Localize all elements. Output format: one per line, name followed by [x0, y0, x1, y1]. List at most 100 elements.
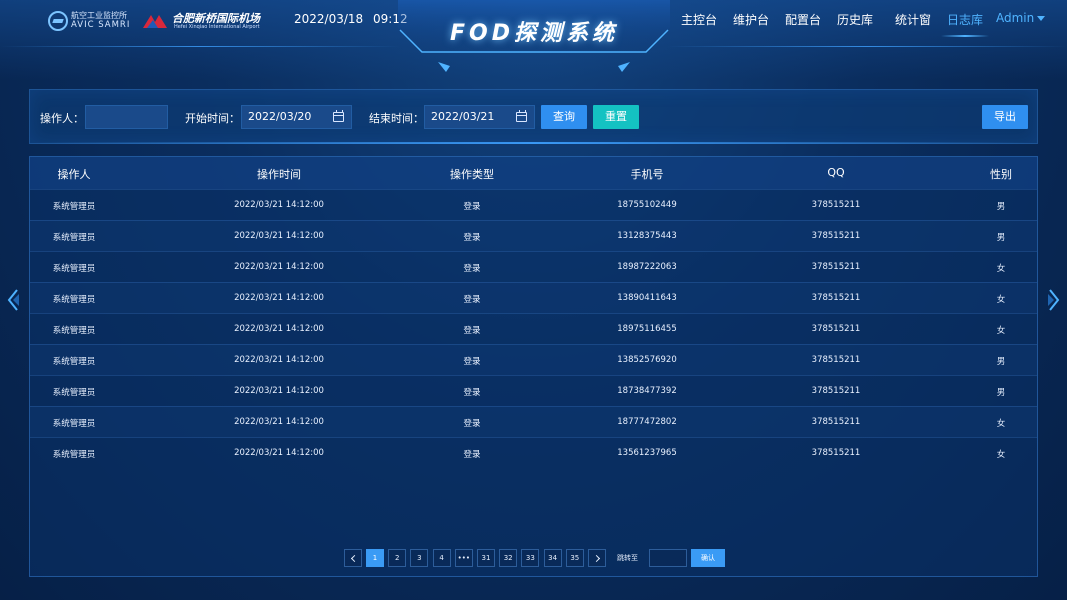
page-title: FOD探测系统 — [450, 21, 618, 46]
table-row[interactable]: 系统管理员 2022/03/21 14:12:00 登录 18755102449 378… — [30, 189, 1037, 220]
avic-logo-icon — [48, 11, 68, 31]
cell-type: 登录 — [463, 264, 481, 274]
cell-qq: 378515211 — [811, 262, 861, 272]
table-row[interactable]: 系统管理员 2022/03/21 14:12:00 登录 13561237965 378… — [30, 437, 1037, 468]
nav-main-console[interactable]: 主控台 — [681, 11, 717, 31]
table-row[interactable]: 系统管理员 2022/03/21 14:12:00 登录 18987222063 378… — [30, 251, 1037, 282]
column-header-gender: 性别 — [990, 168, 1012, 181]
filter-glow-line — [30, 142, 1037, 144]
cell-time: 2022/03/21 14:12:00 — [234, 355, 324, 365]
prev-page-button[interactable] — [344, 549, 362, 567]
table-row[interactable]: 系统管理员 2022/03/21 14:12:00 登录 13890411643 378… — [30, 282, 1037, 313]
jump-confirm-button[interactable]: 确认 — [691, 549, 725, 567]
start-time-label: 开始时间： — [185, 112, 240, 125]
header-divider-left — [0, 46, 400, 47]
nav-history[interactable]: 历史库 — [837, 11, 873, 31]
cell-operator: 系统管理员 — [52, 326, 96, 336]
cell-time: 2022/03/21 14:12:00 — [234, 293, 324, 303]
cell-gender: 女 — [996, 419, 1006, 429]
airport-logo: 合肥新桥国际机场 Hefei Xinqiao International Air… — [142, 9, 262, 33]
page-button[interactable]: 31 — [477, 549, 495, 567]
page-button[interactable]: 35 — [565, 549, 584, 567]
end-date-value: 2022/03/21 — [431, 110, 495, 123]
user-name: Admin — [996, 11, 1035, 25]
table-row[interactable]: 系统管理员 2022/03/21 14:12:00 登录 13852576920 378… — [30, 344, 1037, 375]
app-header: 航空工业监控所 AVIC SAMRI 合肥新桥国际机场 Hefei Xinqia… — [0, 0, 1067, 80]
end-date-picker[interactable]: 2022/03/21 — [424, 105, 535, 129]
title-banner: FOD探测系统 — [398, 0, 670, 76]
cell-operator: 系统管理员 — [52, 264, 96, 274]
filter-panel: 操作人： 开始时间： 2022/03/20 结束时间： 2022/03/21 查… — [29, 89, 1038, 144]
column-header-operator: 操作人 — [57, 168, 91, 181]
cell-time: 2022/03/21 14:12:00 — [234, 448, 324, 458]
table-row[interactable]: 系统管理员 2022/03/21 14:12:00 登录 18777472802 378… — [30, 406, 1037, 437]
cell-phone: 13890411643 — [617, 293, 677, 303]
cell-phone: 18975116455 — [617, 324, 677, 334]
cell-gender: 女 — [996, 295, 1006, 305]
cell-phone: 18755102449 — [617, 200, 677, 210]
page-button[interactable]: 32 — [499, 549, 518, 567]
jump-page-input[interactable] — [649, 549, 687, 567]
cell-gender: 女 — [996, 264, 1006, 274]
cell-operator: 系统管理员 — [52, 419, 96, 429]
column-header-phone: 手机号 — [630, 168, 664, 181]
cell-phone: 18738477392 — [617, 386, 677, 396]
page-button[interactable]: 1 — [366, 549, 384, 567]
cell-operator: 系统管理员 — [52, 450, 96, 460]
page-button[interactable]: 34 — [543, 549, 562, 567]
cell-qq: 378515211 — [811, 200, 861, 210]
next-page-button[interactable] — [588, 549, 606, 567]
table-row[interactable]: 系统管理员 2022/03/21 14:12:00 登录 18975116455 378… — [30, 313, 1037, 344]
calendar-icon[interactable] — [516, 110, 527, 122]
cell-qq: 378515211 — [811, 231, 861, 241]
cell-operator: 系统管理员 — [52, 233, 96, 243]
page-button[interactable]: 4 — [432, 549, 451, 567]
operator-label: 操作人： — [40, 112, 84, 125]
cell-phone: 13852576920 — [617, 355, 677, 365]
cell-time: 2022/03/21 14:12:00 — [234, 200, 324, 210]
export-button[interactable]: 导出 — [982, 105, 1028, 129]
page-button[interactable]: 2 — [388, 549, 407, 567]
start-date-picker[interactable]: 2022/03/20 — [241, 105, 352, 129]
avic-samri-logo: 航空工业监控所 AVIC SAMRI — [48, 9, 138, 33]
cell-type: 登录 — [463, 202, 481, 212]
cell-time: 2022/03/21 14:12:00 — [234, 324, 324, 334]
cell-type: 登录 — [463, 450, 481, 460]
cell-time: 2022/03/21 14:12:00 — [234, 386, 324, 396]
cell-type: 登录 — [463, 357, 481, 367]
chevron-right-icon — [592, 554, 601, 563]
side-arrow-right-icon[interactable] — [1047, 288, 1061, 312]
calendar-icon[interactable] — [333, 110, 344, 122]
query-button[interactable]: 查询 — [541, 105, 587, 129]
cell-gender: 男 — [996, 357, 1006, 367]
table-row[interactable]: 系统管理员 2022/03/21 14:12:00 登录 18738477392 378… — [30, 375, 1037, 406]
operator-input[interactable] — [85, 105, 168, 129]
nav-statistics[interactable]: 统计窗 — [895, 11, 931, 31]
side-arrow-left-icon[interactable] — [6, 288, 20, 312]
page-button[interactable]: 3 — [410, 549, 429, 567]
cell-phone: 18987222063 — [617, 262, 677, 272]
cell-qq: 378515211 — [811, 448, 861, 458]
header-datetime: 2022/03/18 09:12 — [294, 12, 408, 26]
cell-qq: 378515211 — [811, 386, 861, 396]
cell-type: 登录 — [463, 233, 481, 243]
table-row[interactable]: 系统管理员 2022/03/21 14:12:00 登录 13128375443 378… — [30, 220, 1037, 251]
page-button[interactable]: 33 — [521, 549, 540, 567]
pagination: 1 2 3 4 ••• 31 32 33 34 35 跳转至 确认 — [30, 549, 1037, 567]
user-menu[interactable]: Admin — [996, 11, 1046, 25]
cell-gender: 男 — [996, 233, 1006, 243]
cell-qq: 378515211 — [811, 293, 861, 303]
reset-button[interactable]: 重置 — [593, 105, 639, 129]
page-ellipsis[interactable]: ••• — [454, 549, 473, 567]
nav-logs[interactable]: 日志库 — [940, 11, 990, 37]
cell-qq: 378515211 — [811, 417, 861, 427]
nav-maintenance[interactable]: 维护台 — [733, 11, 769, 31]
log-table-panel: 操作人 操作时间 操作类型 手机号 QQ 性别 系统管理员 2022/03/21 … — [29, 156, 1038, 577]
cell-time: 2022/03/21 14:12:00 — [234, 262, 324, 272]
cell-phone: 18777472802 — [617, 417, 677, 427]
cell-qq: 378515211 — [811, 324, 861, 334]
end-time-label: 结束时间： — [369, 112, 424, 125]
cell-gender: 男 — [996, 388, 1006, 398]
nav-config[interactable]: 配置台 — [785, 11, 821, 31]
cell-type: 登录 — [463, 388, 481, 398]
